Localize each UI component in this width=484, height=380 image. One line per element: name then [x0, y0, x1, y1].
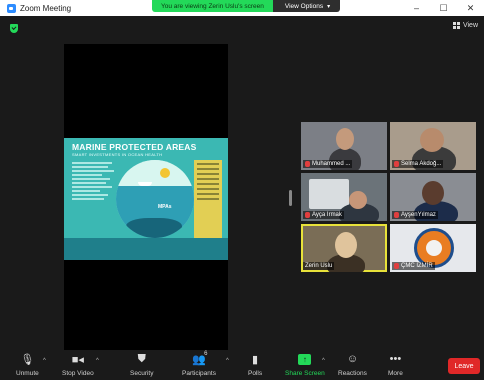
- participant-name-label: ÇMC İZMİR: [392, 262, 435, 270]
- stop-video-button[interactable]: ■◂ Stop Video: [62, 352, 94, 378]
- encryption-shield-icon[interactable]: [10, 24, 18, 33]
- participant-tile-active-speaker[interactable]: Zerin Uslu: [301, 224, 387, 272]
- participant-name: ÇMC İZMİR: [401, 263, 433, 269]
- participant-tile[interactable]: AyşenYılmaz: [390, 173, 476, 221]
- participant-name: Ayça Irmak: [312, 212, 342, 218]
- participant-name-label: Ayça Irmak: [303, 211, 344, 219]
- zoom-app-icon: [7, 3, 16, 13]
- participants-options-caret[interactable]: ^: [226, 358, 229, 364]
- share-screen-button[interactable]: ↑ Share Screen: [285, 352, 325, 377]
- ocean-illustration: [116, 160, 194, 238]
- grid-view-icon: [452, 22, 460, 29]
- maximize-button[interactable]: ☐: [430, 0, 457, 16]
- share-banner: You are viewing Zerin Uslu's screen View…: [152, 0, 341, 12]
- audio-options-caret[interactable]: ^: [43, 358, 46, 364]
- unmute-button[interactable]: 🎙 Unmute: [16, 352, 39, 378]
- smiley-add-icon: ☺: [346, 353, 359, 365]
- video-camera-icon: ■◂: [71, 353, 84, 366]
- leave-button[interactable]: Leave: [448, 358, 480, 374]
- window-title: Zoom Meeting: [20, 3, 72, 13]
- participant-name-label: Muhammed ...: [303, 160, 353, 168]
- participant-tile[interactable]: ÇMC İZMİR: [390, 224, 476, 272]
- participant-name-label: Selma Akdoğ...: [392, 160, 444, 168]
- infographic-text-block: [72, 162, 116, 202]
- view-label: View: [462, 22, 478, 29]
- microphone-muted-icon: 🎙: [20, 353, 35, 366]
- bar-chart-icon: ▮: [252, 353, 259, 366]
- participants-label: Participants: [182, 370, 216, 377]
- view-options-button[interactable]: View Options ▾: [272, 0, 341, 12]
- view-options-label: View Options: [284, 2, 324, 10]
- share-screen-icon-wrap: ↑: [298, 352, 312, 366]
- participants-icon: 👥 6: [192, 351, 208, 366]
- polls-label: Polls: [248, 370, 263, 377]
- minimize-button[interactable]: –: [403, 0, 430, 16]
- participant-count: 6: [204, 351, 208, 357]
- security-button[interactable]: ⛊ Security: [130, 352, 154, 378]
- participant-name-label: AyşenYılmaz: [392, 211, 438, 219]
- coral-reef-graphic: [126, 218, 182, 238]
- reactions-button[interactable]: ☺ Reactions: [338, 352, 367, 377]
- panel-resize-handle[interactable]: [289, 190, 292, 206]
- marine-protected-areas-infographic: MARINE PROTECTED AREAS SMART INVESTMENTS…: [64, 138, 228, 260]
- more-dots-icon: •••: [389, 353, 402, 365]
- share-banner-text: You are viewing Zerin Uslu's screen: [152, 0, 273, 12]
- mic-muted-icon: [394, 161, 399, 167]
- infographic-footer-band: [64, 238, 228, 260]
- participant-tile[interactable]: Muhammed ...: [301, 122, 387, 170]
- participants-button[interactable]: 👥 6 Participants: [182, 351, 216, 377]
- participant-background-board: [309, 179, 349, 209]
- mic-muted-icon: [394, 263, 399, 269]
- participant-name: Zerin Uslu: [305, 263, 333, 269]
- infographic-title: MARINE PROTECTED AREAS: [72, 142, 197, 152]
- unmute-label: Unmute: [16, 370, 39, 377]
- window-controls: – ☐ ✕: [403, 0, 484, 16]
- participant-tile[interactable]: Ayça Irmak: [301, 173, 387, 221]
- mic-muted-icon: [305, 161, 310, 167]
- reactions-label: Reactions: [338, 370, 367, 377]
- participant-name-label: Zerin Uslu: [303, 262, 335, 270]
- infographic-subtitle: SMART INVESTMENTS IN OCEAN HEALTH: [72, 152, 163, 157]
- security-label: Security: [130, 370, 154, 377]
- participant-face: [336, 128, 354, 150]
- sun-icon: [160, 168, 170, 178]
- zoom-window: Zoom Meeting – ☐ ✕ You are viewing Zerin…: [0, 0, 484, 380]
- share-options-caret[interactable]: ^: [322, 358, 325, 364]
- share-screen-label: Share Screen: [285, 370, 325, 377]
- polls-button[interactable]: ▮ Polls: [248, 352, 263, 378]
- participant-name: Muhammed ...: [312, 161, 351, 167]
- video-options-caret[interactable]: ^: [96, 358, 99, 364]
- participant-face: [422, 181, 444, 205]
- mic-muted-icon: [394, 212, 399, 218]
- more-label: More: [388, 370, 403, 377]
- close-button[interactable]: ✕: [457, 0, 484, 16]
- shield-icon: ⛊: [137, 352, 146, 365]
- infographic-mpa-label: MPAs: [158, 204, 172, 210]
- chevron-down-icon: ▾: [327, 3, 331, 10]
- participant-face: [335, 232, 357, 258]
- share-screen-icon: ↑: [298, 353, 312, 365]
- stop-video-label: Stop Video: [62, 370, 94, 377]
- participant-face: [349, 191, 367, 209]
- mic-muted-icon: [305, 212, 310, 218]
- view-button[interactable]: View: [452, 22, 478, 29]
- participant-name: Selma Akdoğ...: [401, 161, 442, 167]
- meeting-toolbar: 🎙 Unmute ^ ■◂ Stop Video ^ ⛊ Security 👥 6…: [0, 350, 484, 380]
- participant-tile[interactable]: Selma Akdoğ...: [390, 122, 476, 170]
- participant-name: AyşenYılmaz: [401, 212, 436, 218]
- shared-screen: MARINE PROTECTED AREAS SMART INVESTMENTS…: [64, 44, 228, 352]
- more-button[interactable]: ••• More: [388, 352, 403, 377]
- participant-face: [420, 128, 444, 152]
